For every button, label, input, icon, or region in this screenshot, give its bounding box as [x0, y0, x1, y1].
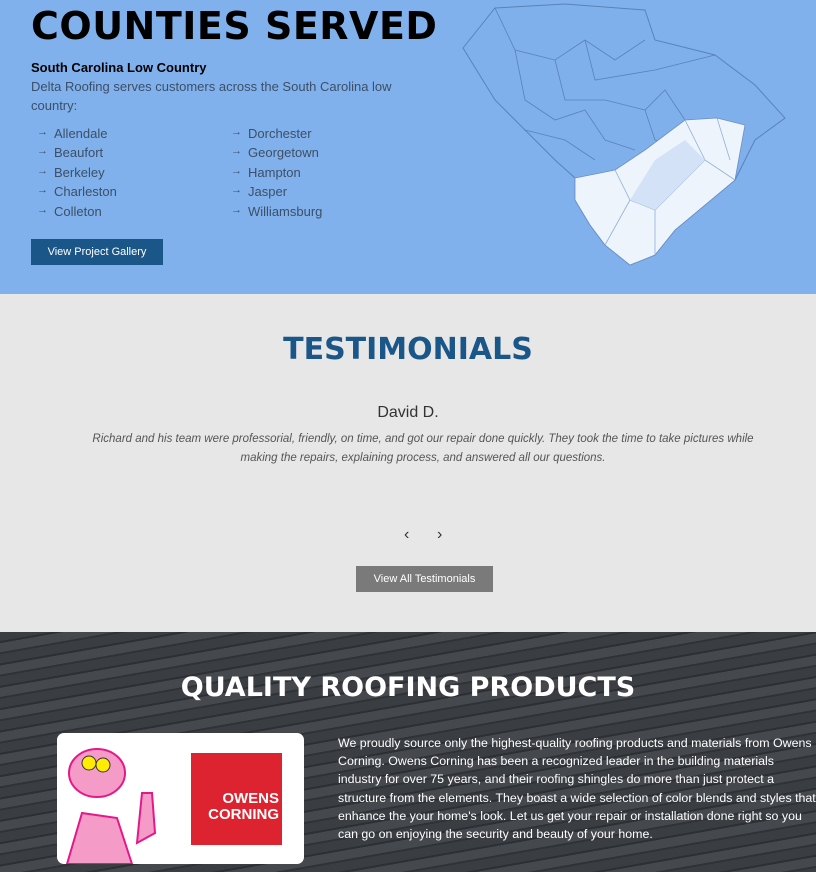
arrow-icon: → [231, 164, 242, 177]
arrow-icon: → [231, 126, 242, 138]
testimonial-quote: Richard and his team were professorial, … [92, 433, 754, 464]
previous-testimonial-button[interactable]: ‹ [404, 526, 409, 544]
pink-panther-mascot-icon [65, 748, 157, 864]
owens-corning-logo: OWENS CORNING [191, 753, 282, 845]
county-item: → Allendale [37, 126, 117, 145]
testimonials-title: TESTIMONIALS [283, 332, 533, 367]
arrow-icon: → [37, 145, 48, 158]
arrow-icon: → [231, 203, 242, 216]
county-item: → Charleston [37, 184, 117, 203]
products-title: QUALITY ROOFING PRODUCTS [180, 672, 636, 703]
county-item: → Beaufort [37, 145, 117, 164]
arrow-icon: → [37, 203, 48, 216]
arrow-icon: → [231, 145, 242, 158]
products-description: We proudly source only the highest-quali… [338, 736, 816, 842]
county-list-left: → Allendale → Beaufort → Berkeley → Charlest… [37, 126, 117, 223]
county-item: → Dorchester [231, 126, 322, 145]
arrow-icon: → [37, 126, 48, 138]
south-carolina-map [462, 3, 786, 266]
county-item: → Colleton [37, 204, 117, 223]
counties-section: COUNTIES SERVED South Carolina Low Count… [0, 0, 816, 294]
county-item: → Berkeley [37, 165, 117, 184]
county-item: → Georgetown [231, 145, 322, 164]
view-project-gallery-button[interactable]: View Project Gallery [31, 239, 163, 265]
county-item: → Williamsburg [231, 204, 322, 223]
products-section: QUALITY ROOFING PRODUCTS OWENS CORNING W… [0, 632, 816, 872]
region-subtitle: South Carolina Low Country [31, 60, 207, 75]
owens-corning-logo-card: OWENS CORNING [57, 733, 304, 864]
counties-title: COUNTIES SERVED [31, 4, 438, 48]
county-list-right: → Dorchester → Georgetown → Hampton → Jasper… [231, 126, 322, 223]
testimonials-section: TESTIMONIALS David D. Richard and his te… [0, 294, 816, 632]
testimonial-author: David D. [377, 404, 439, 421]
region-description: Delta Roofing serves customers across th… [31, 79, 392, 113]
view-all-testimonials-button[interactable]: View All Testimonials [356, 566, 493, 592]
next-testimonial-button[interactable]: › [437, 526, 442, 544]
arrow-icon: → [231, 184, 242, 197]
county-item: → Hampton [231, 165, 322, 184]
arrow-icon: → [37, 164, 48, 177]
arrow-icon: → [37, 184, 48, 197]
county-item: → Jasper [231, 184, 322, 203]
